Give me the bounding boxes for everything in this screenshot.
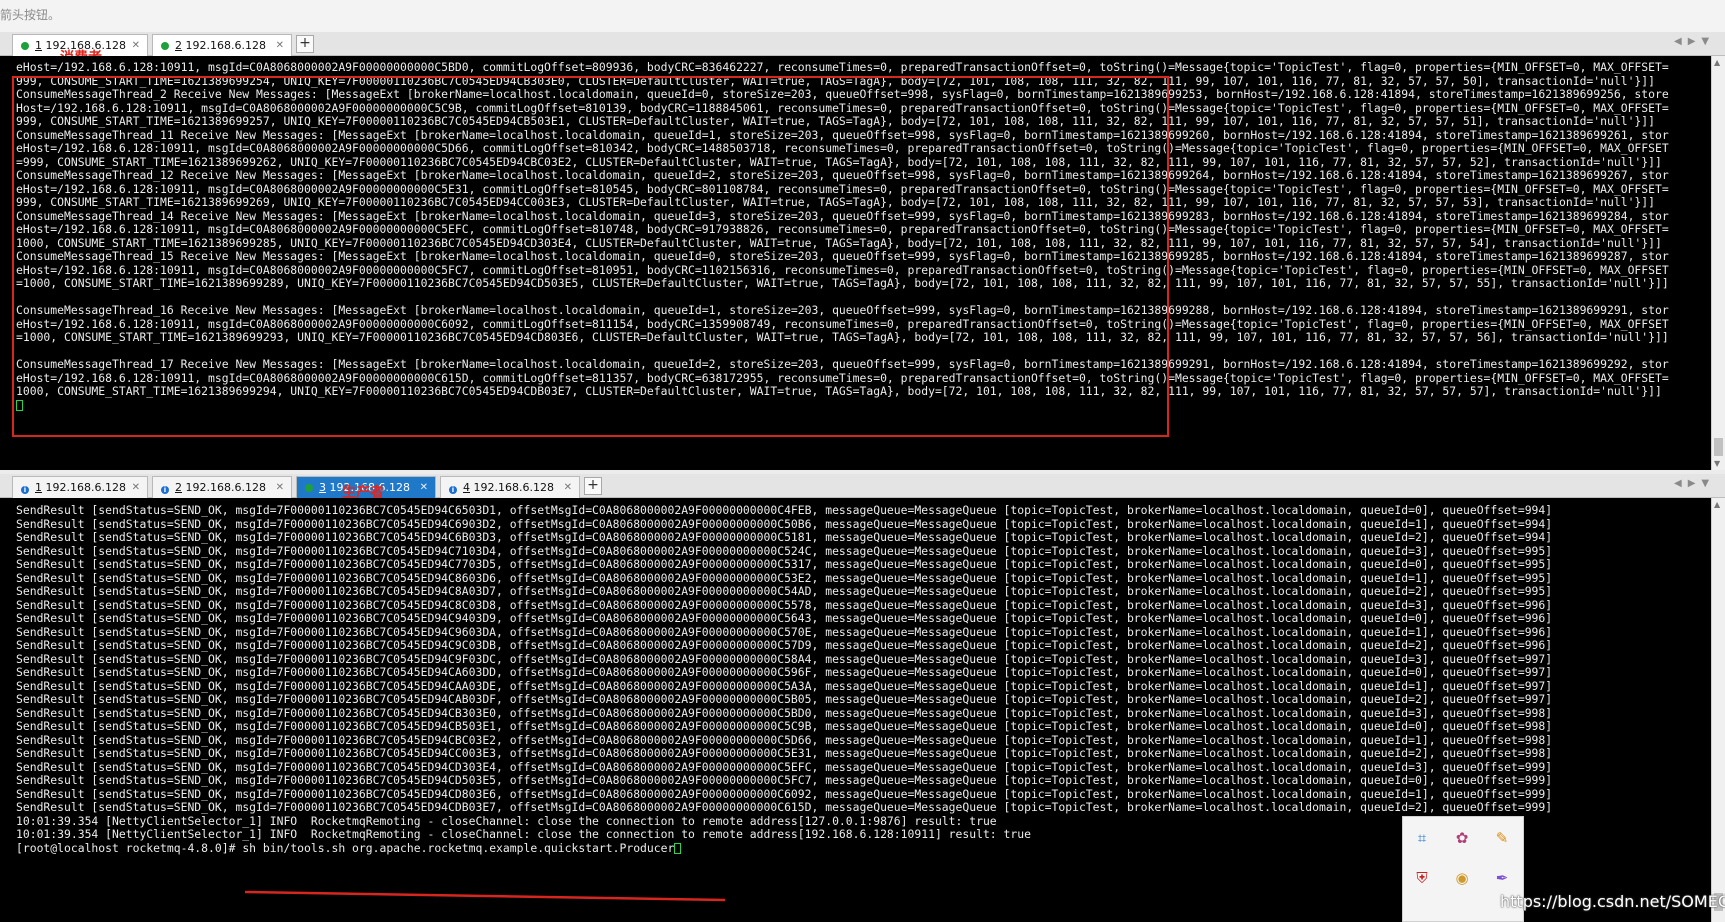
close-icon[interactable]: ✕	[564, 477, 572, 498]
producer-line: SendResult [sendStatus=SEND_OK, msgId=7F…	[16, 624, 1553, 639]
producer-line: SendResult [sendStatus=SEND_OK, msgId=7F…	[16, 597, 1553, 612]
pen-icon[interactable]: ✒	[1493, 869, 1511, 887]
producer-line: SendResult [sendStatus=SEND_OK, msgId=7F…	[16, 773, 1553, 787]
scroll-thumb[interactable]	[1714, 438, 1723, 456]
producer-line: SendResult [sendStatus=SEND_OK, msgId=7F…	[16, 732, 1553, 747]
producer-line: SendResult [sendStatus=SEND_OK, msgId=7F…	[16, 705, 1553, 720]
consumer-highlight-box	[12, 76, 1169, 437]
palette-icon[interactable]: ✿	[1453, 829, 1471, 847]
bottom-tab-4[interactable]: i4 192.168.6.128 ✕	[440, 476, 580, 498]
producer-line: SendResult [sendStatus=SEND_OK, msgId=7F…	[16, 611, 1553, 625]
producer-line: SendResult [sendStatus=SEND_OK, msgId=7F…	[16, 759, 1553, 774]
tab-label: 192.168.6.128	[185, 39, 266, 52]
top-note: 箭头按钮。	[0, 0, 1725, 32]
close-icon[interactable]: ✕	[132, 477, 140, 498]
top-tab-bar: 1 192.168.6.128 ✕ 2 192.168.6.128 ✕ + ◀▶…	[0, 32, 1725, 56]
tab-label: 192.168.6.128	[473, 481, 554, 494]
globe-icon[interactable]: ◉	[1453, 869, 1471, 887]
info-icon: i	[21, 486, 29, 494]
shell-prompt: [root@localhost rocketmq-4.8.0]#	[16, 840, 243, 855]
producer-line: SendResult [sendStatus=SEND_OK, msgId=7F…	[16, 665, 1553, 679]
bottom-tab-2[interactable]: i2 192.168.6.128 ✕	[152, 476, 292, 498]
producer-line: SendResult [sendStatus=SEND_OK, msgId=7F…	[16, 557, 1553, 571]
producer-line: SendResult [sendStatus=SEND_OK, msgId=7F…	[16, 800, 1553, 814]
cursor	[674, 842, 682, 854]
producer-line: SendResult [sendStatus=SEND_OK, msgId=7F…	[16, 692, 1553, 706]
producer-line: SendResult [sendStatus=SEND_OK, msgId=7F…	[16, 584, 1553, 598]
edit-icon[interactable]: ✎	[1493, 829, 1511, 847]
producer-line: SendResult [sendStatus=SEND_OK, msgId=7F…	[16, 530, 1553, 544]
add-tab-button[interactable]: +	[584, 477, 602, 495]
producer-line: SendResult [sendStatus=SEND_OK, msgId=7F…	[16, 516, 1553, 531]
producer-line: SendResult [sendStatus=SEND_OK, msgId=7F…	[16, 678, 1553, 693]
info-icon: i	[161, 486, 169, 494]
producer-line: SendResult [sendStatus=SEND_OK, msgId=7F…	[16, 503, 1553, 517]
connected-icon	[161, 42, 169, 50]
top-tab-2[interactable]: 2 192.168.6.128 ✕	[152, 34, 292, 56]
command-underline	[244, 890, 726, 902]
bottom-tab-1[interactable]: i1 192.168.6.128 ✕	[12, 476, 148, 498]
tab-label: 192.168.6.128	[185, 481, 266, 494]
producer-line: SendResult [sendStatus=SEND_OK, msgId=7F…	[16, 638, 1553, 652]
producer-line: SendResult [sendStatus=SEND_OK, msgId=7F…	[16, 570, 1553, 585]
connected-icon	[305, 484, 313, 492]
command-text: sh bin/tools.sh org.apache.rocketmq.exam…	[242, 840, 675, 855]
add-tab-button[interactable]: +	[296, 35, 314, 53]
close-icon[interactable]: ✕	[276, 477, 284, 498]
tab-label: 192.168.6.128	[45, 481, 126, 494]
tab-nav-arrows[interactable]: ◀▶▼	[1674, 478, 1715, 489]
connected-icon	[21, 42, 29, 50]
terminal-output: SendResult [sendStatus=SEND_OK, msgId=7F…	[16, 503, 1711, 842]
producer-line: SendResult [sendStatus=SEND_OK, msgId=7F…	[16, 746, 1553, 760]
close-icon[interactable]: ✕	[276, 35, 284, 56]
consumer-scrollbar[interactable]: ▲ ▼	[1711, 56, 1725, 470]
close-icon[interactable]: ✕	[420, 477, 428, 498]
producer-line: SendResult [sendStatus=SEND_OK, msgId=7F…	[16, 786, 1553, 801]
tab-nav-arrows[interactable]: ◀▶▼	[1674, 36, 1715, 47]
producer-line: SendResult [sendStatus=SEND_OK, msgId=7F…	[16, 543, 1553, 558]
close-icon[interactable]: ✕	[132, 35, 140, 56]
producer-line: SendResult [sendStatus=SEND_OK, msgId=7F…	[16, 651, 1553, 666]
watermark: https://blog.csdn.net/SOMECT	[1500, 892, 1725, 911]
producer-line: SendResult [sendStatus=SEND_OK, msgId=7F…	[16, 719, 1553, 733]
shield-icon[interactable]: ⛨	[1413, 869, 1431, 887]
producer-scrollbar[interactable]: ▲	[1711, 498, 1725, 922]
network-icon[interactable]: ⌗	[1413, 829, 1431, 847]
consumer-line: eHost=/192.168.6.128:10911, msgId=C0A806…	[16, 60, 1669, 74]
info-icon: i	[449, 486, 457, 494]
bottom-tab-bar: i1 192.168.6.128 ✕ i2 192.168.6.128 ✕ 3 …	[0, 474, 1725, 498]
